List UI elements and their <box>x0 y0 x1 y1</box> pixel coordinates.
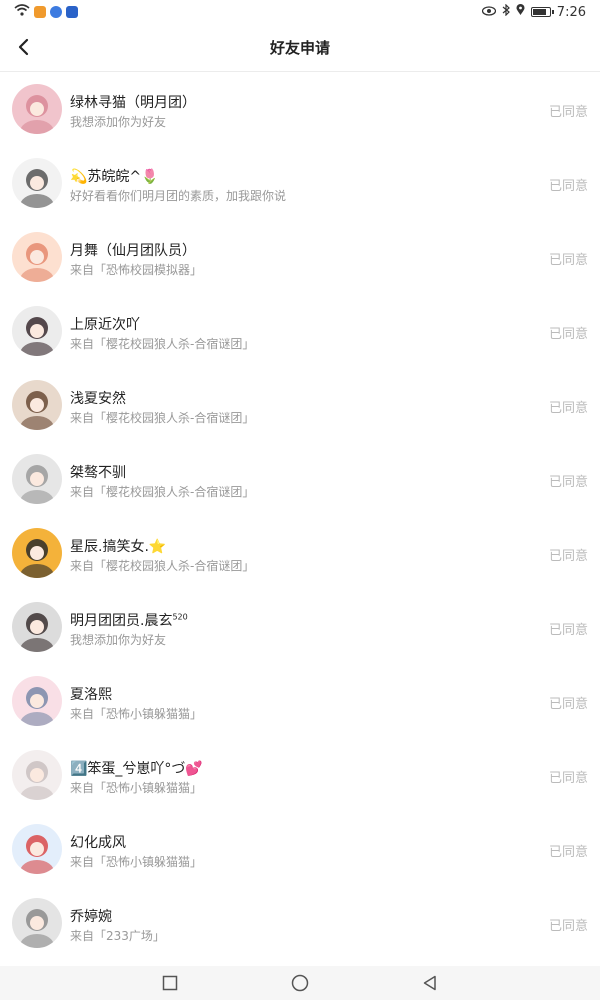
wifi-icon <box>14 4 30 20</box>
avatar[interactable] <box>12 158 62 208</box>
home-button[interactable] <box>290 973 310 993</box>
requester-name: 月舞（仙月团队员） <box>70 243 196 259</box>
requester-name: 幻化成风 <box>70 835 126 851</box>
requester-name: 星辰.搞笑女.⭐ <box>70 539 167 555</box>
battery-icon <box>530 7 554 17</box>
accepted-status: 已同意 <box>548 549 588 564</box>
avatar[interactable] <box>12 232 62 282</box>
avatar[interactable] <box>12 602 62 652</box>
friend-request-row[interactable]: 上原近次吖来自「樱花校园狼人杀-合宿谜团」 已同意 <box>0 294 600 368</box>
accepted-status: 已同意 <box>548 623 588 638</box>
accepted-status: 已同意 <box>548 401 588 416</box>
accepted-status: 已同意 <box>548 697 588 712</box>
request-message: 来自「恐怖小镇躲猫猫」 <box>70 781 203 795</box>
home-icon <box>291 974 309 992</box>
accepted-status: 已同意 <box>548 179 588 194</box>
request-message: 来自「樱花校园狼人杀-合宿谜团」 <box>70 411 255 425</box>
avatar[interactable] <box>12 676 62 726</box>
friend-request-row[interactable]: 4️⃣笨蛋_兮崽吖°づ💕 来自「恐怖小镇躲猫猫」 已同意 <box>0 738 600 812</box>
request-message: 来自「樱花校园狼人杀-合宿谜团」 <box>70 485 255 499</box>
accepted-status: 已同意 <box>548 327 588 342</box>
accepted-status: 已同意 <box>548 105 588 120</box>
requester-name: 浅夏安然 <box>70 391 126 407</box>
recent-apps-icon <box>162 975 178 991</box>
bluetooth-icon <box>502 3 510 20</box>
request-message: 来自「233广场」 <box>70 929 165 943</box>
app-icon-blue <box>50 6 62 18</box>
back-triangle-icon <box>423 975 436 991</box>
friend-request-row[interactable]: 幻化成风来自「恐怖小镇躲猫猫」 已同意 <box>0 812 600 886</box>
request-message: 我想添加你为好友 <box>70 633 167 647</box>
battery-fill <box>532 9 546 15</box>
back-nav-button[interactable] <box>420 973 440 993</box>
header: 好友申请 <box>0 24 600 72</box>
status-bar: 7:26 <box>0 0 600 24</box>
location-icon <box>516 4 525 20</box>
friend-request-row[interactable]: 星辰.搞笑女.⭐ 来自「樱花校园狼人杀-合宿谜团」 已同意 <box>0 516 600 590</box>
request-message: 来自「恐怖校园模拟器」 <box>70 263 203 277</box>
status-time: 7:26 <box>556 4 586 20</box>
requester-name: 4️⃣笨蛋_兮崽吖°づ💕 <box>70 761 203 777</box>
friend-request-list: 绿林寻猫（明月团） 我想添加你为好友 已同意 💫苏皖皖^🌷 好好看看你们明月团的素质，加… <box>0 72 600 960</box>
request-message: 我想添加你为好友 <box>70 115 167 129</box>
avatar[interactable] <box>12 454 62 504</box>
accepted-status: 已同意 <box>548 771 588 786</box>
avatar[interactable] <box>12 306 62 356</box>
friend-request-row[interactable]: 💫苏皖皖^🌷 好好看看你们明月团的素质，加我跟你说 已同意 <box>0 146 600 220</box>
name-superscript: 520 <box>172 612 188 622</box>
avatar[interactable] <box>12 380 62 430</box>
accepted-status: 已同意 <box>548 919 588 934</box>
avatar[interactable] <box>12 528 62 578</box>
friend-request-row[interactable]: 月舞（仙月团队员） 来自「恐怖校园模拟器」 已同意 <box>0 220 600 294</box>
requester-name: 夏洛熙 <box>70 687 112 703</box>
friend-request-row[interactable]: 绿林寻猫（明月团） 我想添加你为好友 已同意 <box>0 72 600 146</box>
eye-icon <box>481 5 496 20</box>
requester-name: 上原近次吖 <box>70 317 140 333</box>
requester-name: 桀骜不驯 <box>70 465 126 481</box>
request-message: 来自「樱花校园狼人杀-合宿谜团」 <box>70 337 255 351</box>
request-message: 来自「樱花校园狼人杀-合宿谜团」 <box>70 559 255 573</box>
friend-request-row[interactable]: 桀骜不驯来自「樱花校园狼人杀-合宿谜团」 已同意 <box>0 442 600 516</box>
accepted-status: 已同意 <box>548 253 588 268</box>
avatar[interactable] <box>12 824 62 874</box>
app-icon-orange <box>34 6 46 18</box>
app-icon-shield <box>66 6 78 18</box>
request-message: 来自「恐怖小镇躲猫猫」 <box>70 855 203 869</box>
request-message: 好好看看你们明月团的素质，加我跟你说 <box>70 189 287 203</box>
page-title: 好友申请 <box>269 39 330 57</box>
status-bar-right: 7:26 <box>481 3 586 20</box>
requester-name: 绿林寻猫（明月团） <box>70 95 196 111</box>
accepted-status: 已同意 <box>548 475 588 490</box>
requester-name: 乔婷婉 <box>70 909 112 925</box>
requester-name: 💫苏皖皖^🌷 <box>70 169 159 185</box>
friend-request-row[interactable]: 乔婷婉来自「233广场」 已同意 <box>0 886 600 960</box>
friend-request-row[interactable]: 浅夏安然来自「樱花校园狼人杀-合宿谜团」 已同意 <box>0 368 600 442</box>
friend-request-row[interactable]: 夏洛熙来自「恐怖小镇躲猫猫」 已同意 <box>0 664 600 738</box>
avatar[interactable] <box>12 750 62 800</box>
accepted-status: 已同意 <box>548 845 588 860</box>
friend-request-row[interactable]: 明月团团员.晨玄520 我想添加你为好友 已同意 <box>0 590 600 664</box>
status-bar-left <box>14 4 78 20</box>
recent-apps-button[interactable] <box>160 973 180 993</box>
avatar[interactable] <box>12 84 62 134</box>
system-nav-bar <box>0 966 600 1000</box>
avatar[interactable] <box>12 898 62 948</box>
requester-name: 明月团团员.晨玄520 <box>70 612 188 629</box>
request-message: 来自「恐怖小镇躲猫猫」 <box>70 707 203 721</box>
